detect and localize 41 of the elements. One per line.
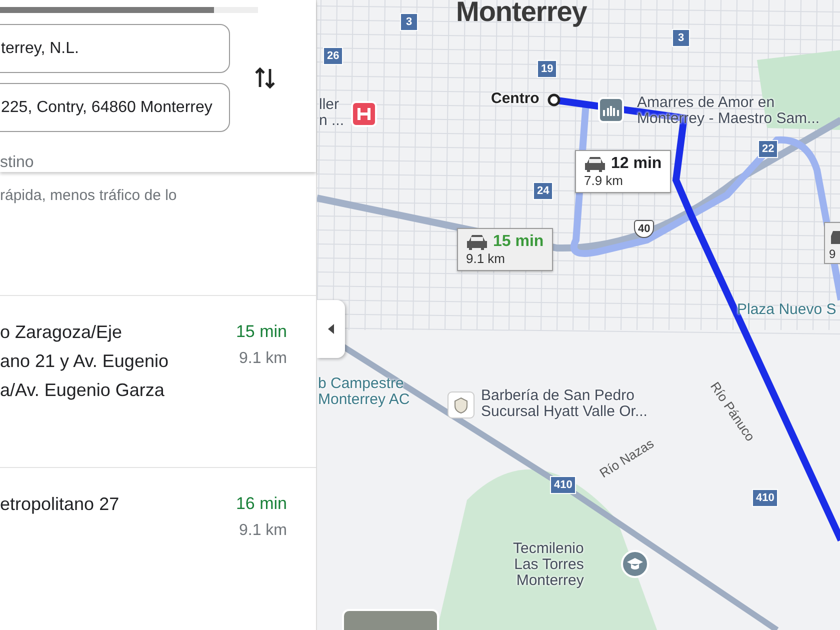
route-shield: 19 <box>537 60 558 78</box>
place-label[interactable]: Tecmilenio Las Torres Monterrey <box>513 541 584 589</box>
start-marker <box>548 94 560 106</box>
route-name[interactable]: o Zaragoza/Eje ano 21 y Av. Eugenio a/Av. Eugenio Garza <box>0 318 168 405</box>
route-time: 15 min <box>236 322 287 342</box>
place-label[interactable]: Centro <box>491 91 540 107</box>
hospital-icon[interactable] <box>351 101 377 127</box>
callout-time: 12 min <box>611 155 662 173</box>
place-label[interactable]: b Campestre Monterrey AC <box>318 376 410 408</box>
route-shield: 24 <box>533 182 554 200</box>
place-label[interactable]: Barbería de San Pedro Sucursal Hyatt Valle Or... <box>481 388 648 420</box>
swap-icon[interactable] <box>254 65 276 91</box>
callout-distance: 9 <box>829 247 837 261</box>
route-callout[interactable]: 12 min 7.9 km <box>575 150 671 193</box>
route-shield: 26 <box>323 47 344 65</box>
satellite-thumbnail[interactable] <box>342 609 439 630</box>
route-description: rápida, menos tráfico de lo <box>0 187 178 204</box>
origin-field[interactable]: terrey, N.L. <box>0 24 230 73</box>
callout-distance: 7.9 km <box>584 173 624 188</box>
route-shield: 410 <box>550 476 576 494</box>
route-shield: 3 <box>672 29 690 47</box>
add-destination-link[interactable]: stino <box>0 154 316 172</box>
route-shield: 3 <box>400 13 418 31</box>
route-distance: 9.1 km <box>238 350 287 368</box>
landmark-icon[interactable] <box>598 97 624 123</box>
shield-pin-icon[interactable] <box>447 391 475 419</box>
route-distance: 9.1 km <box>238 522 287 540</box>
route-time: 16 min <box>236 494 287 514</box>
route-shield: 410 <box>752 489 778 507</box>
caret-icon <box>327 323 335 335</box>
route-callout[interactable]: 15 min 9.1 km <box>457 228 553 271</box>
route-shield: 22 <box>758 140 778 158</box>
route-shield: 40 <box>634 220 654 238</box>
city-label: Monterrey <box>456 0 587 28</box>
destination-field[interactable]: 225, Contry, 64860 Monterrey <box>0 83 230 132</box>
route-name[interactable]: etropolitano 27 <box>0 490 120 540</box>
place-label[interactable]: Plaza Nuevo S <box>737 302 836 318</box>
callout-time: 15 min <box>493 233 544 251</box>
place-label[interactable]: ller n ... <box>319 97 344 129</box>
callout-distance: 9.1 km <box>466 251 506 266</box>
route-callout[interactable]: 9 <box>824 222 840 264</box>
